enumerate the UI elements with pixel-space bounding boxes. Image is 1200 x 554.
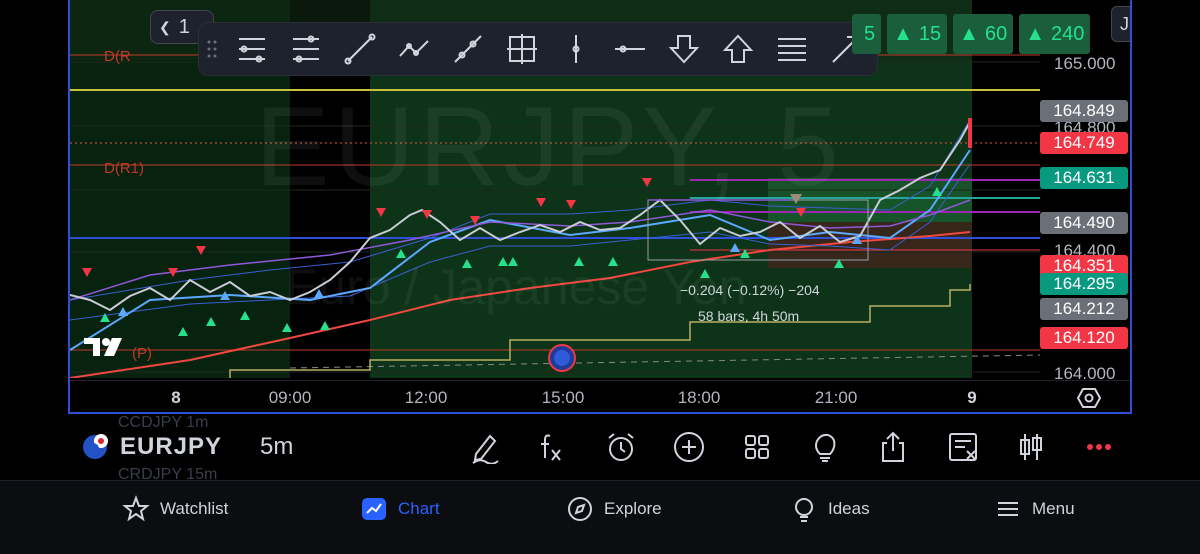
- nav-chart-label: Chart: [398, 499, 440, 518]
- fib-retracement-icon: [293, 35, 319, 63]
- price-scale[interactable]: 165.000 164.800 164.400 164.000 164.849 …: [1040, 0, 1130, 383]
- chart-type-button[interactable]: [1012, 428, 1050, 466]
- time-tick: 12:00: [404, 388, 448, 407]
- interval-selector-value: 1: [178, 15, 190, 38]
- drawing-tools-button[interactable]: [466, 428, 504, 466]
- symbol-interval[interactable]: 5m: [260, 433, 293, 461]
- price-label: 164.490: [1040, 212, 1128, 234]
- path-tool-button[interactable]: [387, 22, 441, 76]
- alarm-clock-icon: [608, 433, 634, 461]
- arrow-up-tool-button[interactable]: [711, 22, 765, 76]
- indicators-button[interactable]: [532, 428, 570, 466]
- fx-icon: [541, 434, 561, 461]
- time-tick: 18:00: [677, 388, 721, 407]
- price-label: 164.749: [1040, 132, 1128, 154]
- currency-selector-value: JPY: [1120, 13, 1130, 34]
- star-icon: [122, 495, 150, 522]
- nav-ideas[interactable]: Ideas: [790, 489, 870, 529]
- nav-watchlist-label: Watchlist: [160, 499, 229, 518]
- price-label: 164.631: [1040, 167, 1128, 189]
- object-tree-button[interactable]: [944, 428, 982, 466]
- time-tick: 8: [171, 388, 181, 407]
- vertical-line-icon: [572, 35, 580, 63]
- watchlist-ghost-item: CCDJPY 1m: [118, 414, 209, 431]
- level-label-d-r1: D(R1): [104, 160, 144, 177]
- plus-circle-icon: [674, 432, 704, 462]
- arrow-down-icon: [668, 35, 700, 64]
- lightbulb-icon: [815, 433, 836, 462]
- tradingview-logo: [84, 338, 122, 356]
- pitchfork-tool-button[interactable]: [225, 22, 279, 76]
- clear-drawings-icon: [949, 433, 977, 461]
- vertical-line-tool-button[interactable]: [549, 22, 603, 76]
- measure-range-label: 58 bars, 4h 50m: [698, 308, 800, 324]
- cross-line-tool-button[interactable]: [495, 22, 549, 76]
- price-tick: 165.000: [1054, 54, 1116, 73]
- currency-flag-icon: [83, 434, 108, 459]
- nav-menu-label: Menu: [1032, 499, 1075, 518]
- trend-line-icon: [344, 33, 376, 65]
- horizontal-line-icon: [615, 45, 645, 53]
- pitchfork-icon: [239, 38, 265, 63]
- nav-watchlist[interactable]: Watchlist: [122, 489, 228, 529]
- time-tick: 21:00: [814, 388, 858, 407]
- compass-icon: [568, 497, 592, 521]
- nav-ideas-label: Ideas: [828, 499, 870, 518]
- chart-icon: [362, 498, 386, 520]
- measure-change-label: −0.204 (−0.12%) −204: [680, 282, 820, 298]
- trend-line-tool-button[interactable]: [333, 22, 387, 76]
- ray-tool-button[interactable]: [441, 22, 495, 76]
- level-label-d-p: (P): [132, 345, 152, 362]
- timeframe-button-60[interactable]: ▲ 60: [953, 14, 1014, 54]
- more-dots-icon: [1087, 444, 1111, 450]
- price-label: 164.295: [1040, 273, 1128, 295]
- symbol-bar: CCDJPY 1m EURJPY 5m CRDJPY 15m: [68, 414, 1132, 483]
- bottom-navigation: Watchlist Chart Explore Ideas Menu: [0, 480, 1200, 554]
- text-lines-icon: [778, 38, 806, 61]
- more-button[interactable]: [1080, 428, 1118, 466]
- pen-icon: [472, 434, 499, 464]
- share-icon: [882, 431, 904, 462]
- candlestick-icon: [1020, 434, 1042, 460]
- ideas-button[interactable]: [806, 428, 844, 466]
- horizontal-line-tool-button[interactable]: [603, 22, 657, 76]
- time-tick: 09:00: [268, 388, 312, 407]
- drawing-toolbar: [198, 22, 878, 76]
- time-axis[interactable]: 8 09:00 12:00 15:00 18:00 21:00 9: [70, 380, 1130, 412]
- timeframe-up-icon: ▲: [893, 22, 913, 45]
- ray-icon: [454, 35, 482, 63]
- chevron-down-icon: ❮: [159, 18, 171, 35]
- cross-line-icon: [507, 34, 537, 64]
- add-button[interactable]: [670, 428, 708, 466]
- timeframe-button-15[interactable]: ▲ 15: [887, 14, 948, 54]
- toolbar-grip-icon[interactable]: [199, 22, 225, 76]
- level-label-d-r2: D(R: [104, 48, 131, 65]
- nav-explore[interactable]: Explore: [566, 489, 662, 529]
- hamburger-menu-icon: [998, 502, 1018, 516]
- price-label: 164.120: [1040, 327, 1128, 349]
- timeframe-button-5[interactable]: 5: [852, 14, 882, 54]
- currency-selector[interactable]: JPY ⌄: [1111, 6, 1130, 42]
- arrow-down-tool-button[interactable]: [657, 22, 711, 76]
- fib-tool-button[interactable]: [279, 22, 333, 76]
- text-lines-tool-button[interactable]: [765, 22, 819, 76]
- timeframe-up-icon: ▲: [959, 22, 979, 45]
- chart-frame[interactable]: EURJPY, 5 Euro / Japanese Yen D(R D(R1) …: [68, 0, 1132, 414]
- path-icon: [399, 40, 429, 57]
- price-label: 164.212: [1040, 298, 1128, 320]
- grid-icon: [745, 435, 769, 459]
- arrow-up-icon: [722, 34, 754, 63]
- alerts-button[interactable]: [602, 428, 640, 466]
- share-button[interactable]: [874, 428, 912, 466]
- price-label: 164.849: [1040, 100, 1128, 122]
- layouts-button[interactable]: [738, 428, 776, 466]
- time-tick: 9: [967, 388, 977, 407]
- scale-settings-icon[interactable]: [1076, 385, 1102, 411]
- nav-chart[interactable]: Chart: [360, 489, 440, 529]
- symbol-name[interactable]: EURJPY: [120, 433, 222, 461]
- nav-menu[interactable]: Menu: [994, 489, 1075, 529]
- lightbulb-icon: [795, 498, 813, 522]
- time-tick: 15:00: [541, 388, 585, 407]
- nav-explore-label: Explore: [604, 499, 662, 518]
